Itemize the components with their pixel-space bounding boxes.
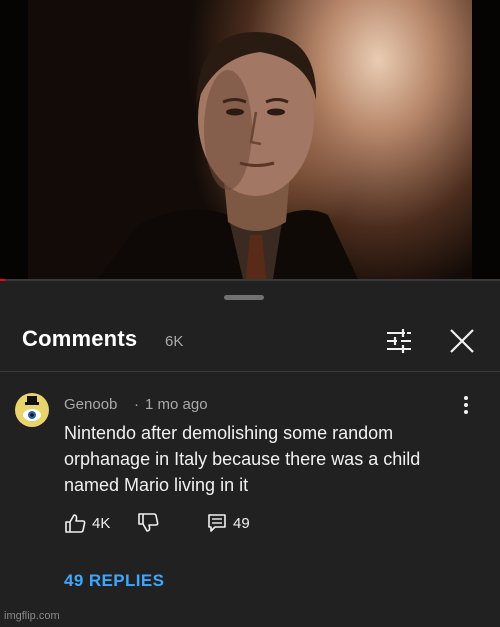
meta-separator: ·: [134, 396, 139, 413]
comment-author[interactable]: Genoob: [64, 396, 117, 413]
comments-panel: Comments 6K Genoob · 1 mo ago Nintendo a…: [0, 281, 500, 627]
reply-count: 49: [233, 514, 250, 532]
video-frame: [28, 0, 472, 279]
avatar[interactable]: [15, 393, 49, 427]
reply-comment-icon: [208, 514, 226, 532]
comments-count: 6K: [165, 333, 184, 350]
sheet-drag-handle[interactable]: [224, 295, 264, 300]
more-options-icon[interactable]: [458, 394, 474, 416]
like-button[interactable]: 4K: [64, 513, 110, 533]
video-player[interactable]: [0, 0, 500, 281]
header-divider: [0, 371, 500, 372]
thumbs-up-icon: [65, 514, 86, 533]
thumbs-down-icon: [138, 513, 159, 532]
sort-filter-icon[interactable]: [385, 328, 413, 354]
watermark: imgflip.com: [4, 610, 60, 622]
reply-button[interactable]: 49: [207, 513, 250, 533]
view-replies-link[interactable]: 49 REPLIES: [64, 571, 164, 591]
video-thumbnail-figure: [98, 31, 358, 279]
comment-text: Nintendo after demolishing some random o…: [64, 423, 421, 495]
like-count: 4K: [92, 514, 111, 532]
dislike-button[interactable]: [137, 513, 159, 533]
comment-timestamp: 1 mo ago: [145, 396, 208, 413]
comments-title: Comments: [22, 326, 138, 351]
close-icon[interactable]: [448, 327, 476, 355]
